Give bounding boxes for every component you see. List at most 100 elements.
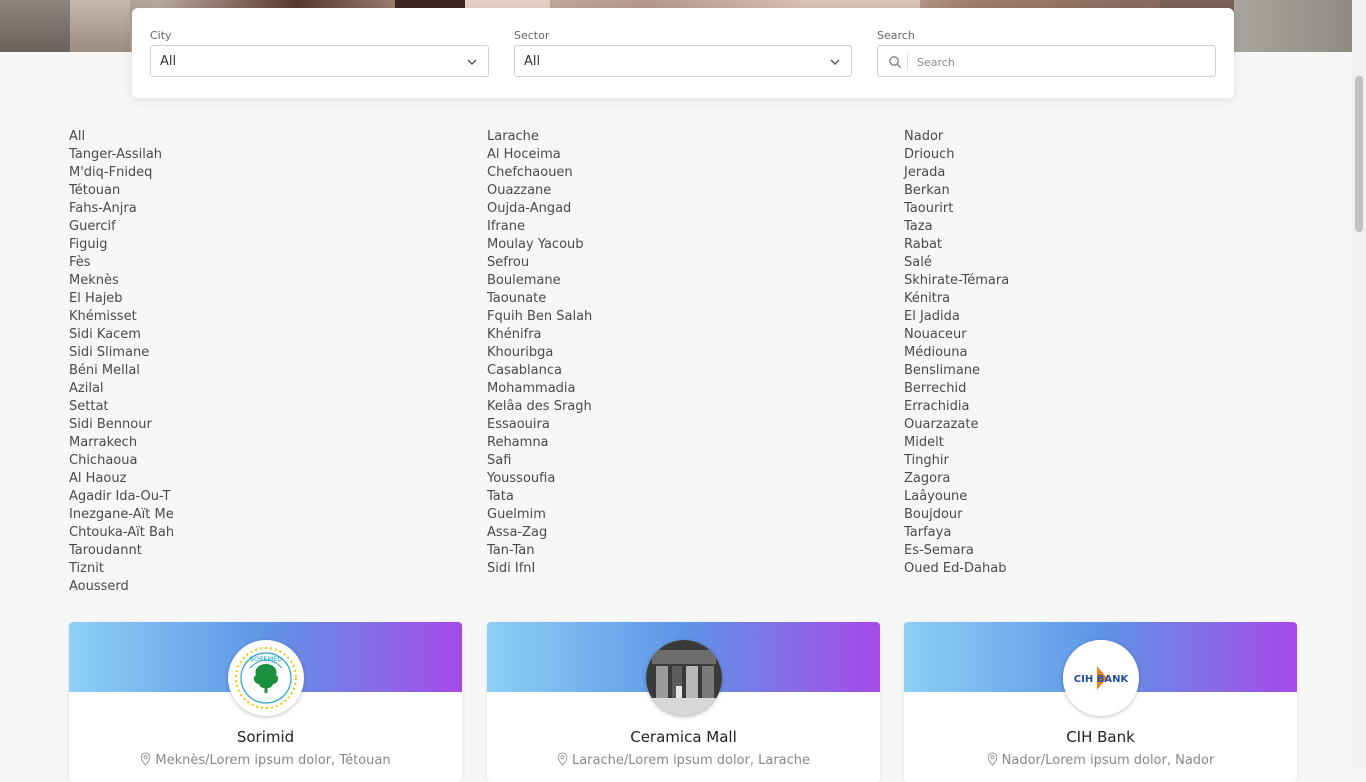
city-link[interactable]: Al Haouz [69, 470, 369, 488]
city-link[interactable]: El Jadida [904, 308, 1204, 326]
map-pin-icon [987, 752, 997, 766]
city-link[interactable]: Sidi Slimane [69, 344, 369, 362]
city-link[interactable]: Zagora [904, 470, 1204, 488]
search-divider [907, 53, 908, 70]
sector-filter-label: Sector [514, 29, 550, 42]
search-box [877, 45, 1216, 77]
city-link[interactable]: Tiznit [69, 560, 369, 578]
card-address: Nador/Lorem ipsum dolor, Nador [904, 752, 1297, 768]
city-link[interactable]: Oujda-Angad [487, 200, 787, 218]
chevron-down-icon [830, 59, 840, 65]
card-title: Sorimid [236, 728, 295, 746]
city-link[interactable]: Taourirt [904, 200, 1204, 218]
city-link[interactable]: Sefrou [487, 254, 787, 272]
city-link[interactable]: Settat [69, 398, 369, 416]
city-link[interactable]: Skhirate-Témara [904, 272, 1204, 290]
city-filter-label: City [150, 29, 172, 42]
city-link[interactable]: Kénitra [904, 290, 1204, 308]
city-link[interactable]: Taroudannt [69, 542, 369, 560]
card-title: CIH Bank [1066, 728, 1135, 746]
city-link[interactable]: Tinghir [904, 452, 1204, 470]
city-link[interactable]: Kelâa des Sragh [487, 398, 787, 416]
city-link[interactable]: Nouaceur [904, 326, 1204, 344]
city-link[interactable]: Figuig [69, 236, 369, 254]
city-link[interactable]: Sidi Kacem [69, 326, 369, 344]
city-link[interactable]: Meknès [69, 272, 369, 290]
city-link[interactable]: Ouazzane [487, 182, 787, 200]
city-link[interactable]: Driouch [904, 146, 1204, 164]
city-link[interactable]: Rehamna [487, 434, 787, 452]
logo-text: CIH BANK [1074, 674, 1130, 685]
city-link[interactable]: Tata [487, 488, 787, 506]
city-link[interactable]: Tanger-Assilah [69, 146, 369, 164]
city-link[interactable]: Es-Semara [904, 542, 1204, 560]
city-link[interactable]: El Hajeb [69, 290, 369, 308]
city-link[interactable]: Larache [487, 128, 787, 146]
city-link[interactable]: Chtouka-Aït Bah [69, 524, 369, 542]
search-input[interactable] [915, 52, 1209, 72]
city-select[interactable]: All [150, 45, 489, 77]
tree-logo-icon: SOREMED [228, 640, 304, 716]
city-link[interactable]: Sidi IfnI [487, 560, 787, 578]
city-link[interactable]: Agadir Ida-Ou-T [69, 488, 369, 506]
city-link[interactable]: Inezgane-Aït Me [69, 506, 369, 524]
company-card-cih-bank[interactable]: CIH BANK CIH Bank Nador/Lorem ipsum dolo… [904, 622, 1297, 782]
city-link[interactable]: Youssoufia [487, 470, 787, 488]
city-link[interactable]: Safi [487, 452, 787, 470]
scrollbar-thumb[interactable] [1355, 76, 1363, 232]
city-link[interactable]: Béni Mellal [69, 362, 369, 380]
page-scrollbar[interactable] [1352, 0, 1366, 768]
city-link[interactable]: Tétouan [69, 182, 369, 200]
filter-panel: City All Sector All Search [132, 8, 1234, 98]
city-link[interactable]: Boujdour [904, 506, 1204, 524]
city-link[interactable]: Moulay Yacoub [487, 236, 787, 254]
city-link[interactable]: Fahs-Anjra [69, 200, 369, 218]
city-link[interactable]: Ifrane [487, 218, 787, 236]
city-link[interactable]: Assa-Zag [487, 524, 787, 542]
search-filter-label: Search [877, 29, 915, 42]
company-card-sorimid[interactable]: SOREMED Sorimid Meknès/Lorem ipsum dolor… [69, 622, 462, 782]
city-link[interactable]: Médiouna [904, 344, 1204, 362]
city-link[interactable]: Tan-Tan [487, 542, 787, 560]
city-link[interactable]: Nador [904, 128, 1204, 146]
city-link[interactable]: Khénifra [487, 326, 787, 344]
city-link[interactable]: Aousserd [69, 578, 369, 596]
city-link[interactable]: Berrechid [904, 380, 1204, 398]
city-link[interactable]: Rabat [904, 236, 1204, 254]
city-link[interactable]: Essaouira [487, 416, 787, 434]
city-link[interactable]: Laâyoune [904, 488, 1204, 506]
city-link[interactable]: Jerada [904, 164, 1204, 182]
city-link[interactable]: Fquih Ben Salah [487, 308, 787, 326]
city-link[interactable]: Sidi Bennour [69, 416, 369, 434]
city-link[interactable]: Tarfaya [904, 524, 1204, 542]
city-link[interactable]: Khémisset [69, 308, 369, 326]
city-link[interactable]: Khouribga [487, 344, 787, 362]
city-link[interactable]: Benslimane [904, 362, 1204, 380]
city-link[interactable]: Errachidia [904, 398, 1204, 416]
city-link[interactable]: Guelmim [487, 506, 787, 524]
city-link[interactable]: Mohammadia [487, 380, 787, 398]
city-link[interactable]: Berkan [904, 182, 1204, 200]
company-card-ceramica-mall[interactable]: Ceramica Mall Larache/Lorem ipsum dolor,… [487, 622, 880, 782]
card-address-text: Nador/Lorem ipsum dolor, Nador [1001, 753, 1215, 768]
city-link[interactable]: Marrakech [69, 434, 369, 452]
city-link[interactable]: All [69, 128, 369, 146]
city-link[interactable]: Casablanca [487, 362, 787, 380]
city-select-value: All [160, 54, 177, 69]
sector-filter: Sector All [514, 29, 852, 77]
city-link[interactable]: Taza [904, 218, 1204, 236]
city-link[interactable]: Ouarzazate [904, 416, 1204, 434]
city-link[interactable]: Al Hoceima [487, 146, 787, 164]
city-link[interactable]: Salé [904, 254, 1204, 272]
sector-select[interactable]: All [514, 45, 852, 77]
city-link[interactable]: Fès [69, 254, 369, 272]
city-link[interactable]: Chefchaouen [487, 164, 787, 182]
city-link[interactable]: Taounate [487, 290, 787, 308]
city-link[interactable]: M'diq-Fnideq [69, 164, 369, 182]
city-link[interactable]: Midelt [904, 434, 1204, 452]
city-link[interactable]: Oued Ed-Dahab [904, 560, 1204, 578]
city-link[interactable]: Azilal [69, 380, 369, 398]
city-link[interactable]: Guercif [69, 218, 369, 236]
city-link[interactable]: Chichaoua [69, 452, 369, 470]
city-link[interactable]: Boulemane [487, 272, 787, 290]
